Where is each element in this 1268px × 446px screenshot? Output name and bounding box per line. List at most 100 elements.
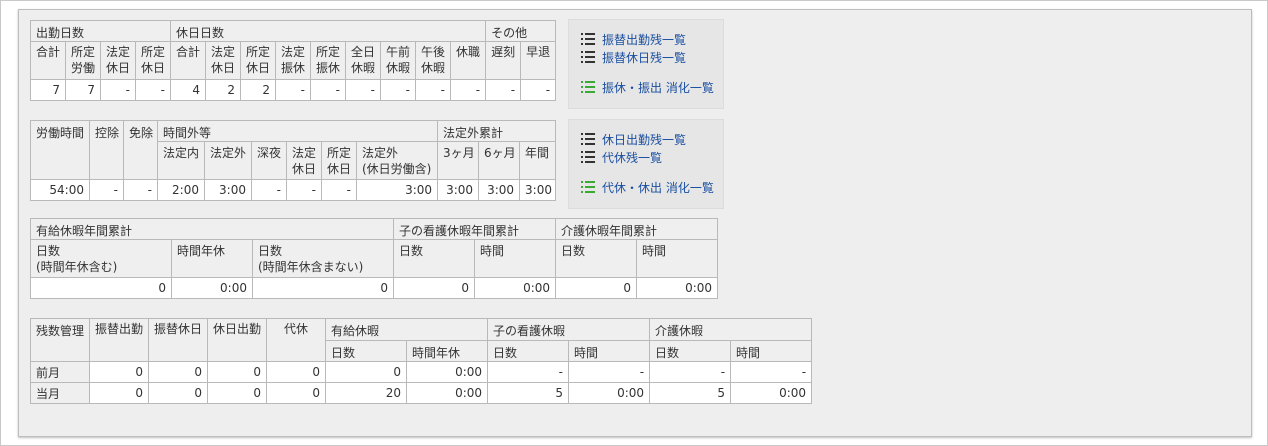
col-header: 合計 — [30, 41, 66, 80]
value-cell: 0 — [89, 382, 149, 404]
col-header-exemption: 免除 — [123, 120, 158, 180]
value-cell: - — [487, 361, 570, 383]
value-cell: 3:00 — [437, 179, 480, 201]
value-cell: - — [89, 179, 124, 201]
col-header-deduction: 控除 — [89, 120, 124, 180]
col-header: 3ヶ月 — [437, 141, 480, 180]
link-compensatory-balance[interactable]: 代休残一覧 — [581, 149, 662, 165]
col-header: 午後 休暇 — [415, 41, 452, 80]
value-cell: 0 — [266, 382, 326, 404]
value-cell: 0 — [393, 277, 475, 299]
col-header: 全日 休暇 — [345, 41, 382, 80]
value-cell: - — [286, 179, 322, 201]
col-header-balance: 残数管理 — [30, 318, 90, 362]
value-cell: 7 — [30, 79, 66, 101]
value-cell: - — [134, 79, 172, 101]
col-header: 時間年休 — [171, 239, 253, 278]
link-transfer-digest[interactable]: 振休・振出 消化一覧 — [581, 79, 714, 95]
group-header-other: その他 — [485, 20, 557, 42]
value-cell: 0 — [89, 361, 149, 383]
value-cell: 3:00 — [355, 179, 439, 201]
row-label-prev-month: 前月 — [30, 361, 90, 383]
col-header: 法定外 (休日労働含) — [355, 141, 439, 180]
value-cell: 2:00 — [157, 179, 205, 201]
list-icon — [581, 151, 595, 163]
col-header: 所定 振休 — [310, 41, 347, 80]
value-cell: - — [380, 79, 417, 101]
col-header: 時間 — [473, 239, 557, 278]
value-cell: 0:00 — [473, 277, 557, 299]
col-header-transfer-holiday: 振替休日 — [148, 318, 208, 362]
value-cell: 0 — [30, 277, 172, 299]
value-cell: 0 — [148, 361, 208, 383]
compensatory-links-box: 休日出勤残一覧 代休残一覧 代休・休出 消化一覧 — [568, 119, 724, 209]
col-header: 所定 労働 — [65, 41, 101, 80]
summary-panel: 出勤日数 休日日数 その他 合計 所定 労働 法定 休日 所定 休日 合計 法定… — [18, 9, 1252, 437]
value-cell: 3:00 — [204, 179, 252, 201]
value-cell: - — [520, 79, 557, 101]
value-cell: - — [310, 79, 347, 101]
value-cell: - — [100, 79, 136, 101]
link-label: 代休残一覧 — [602, 150, 663, 165]
list-icon — [581, 33, 595, 45]
value-cell: 0:00 — [730, 382, 813, 404]
link-transfer-work-balance[interactable]: 振替出勤残一覧 — [581, 31, 686, 47]
value-cell: 7 — [65, 79, 101, 101]
col-header: 時間 — [636, 239, 719, 278]
col-header-labor-time: 労働時間 — [30, 120, 90, 180]
col-header-transfer-work: 振替出勤 — [89, 318, 149, 362]
value-cell: 5 — [649, 382, 732, 404]
link-transfer-holiday-balance[interactable]: 振替休日残一覧 — [581, 49, 686, 65]
value-cell: 54:00 — [30, 179, 90, 201]
col-header: 所定 休日 — [321, 141, 357, 180]
col-header: 時間 — [730, 339, 813, 362]
col-header-holiday-work: 休日出勤 — [207, 318, 267, 362]
value-cell: 0 — [207, 361, 267, 383]
group-header-work-days: 出勤日数 — [29, 20, 172, 42]
value-cell: 0 — [555, 277, 638, 299]
col-header: 法定 休日 — [100, 41, 136, 80]
col-header: 遅刻 — [485, 41, 522, 80]
list-check-icon — [581, 81, 595, 93]
table-row: 前月 0 0 0 0 0 0:00 - - - - — [30, 361, 813, 383]
group-header-paid-leave: 有給休暇年間累計 — [30, 218, 394, 240]
col-header: 法定 休日 — [286, 141, 322, 180]
value-cell: 0:00 — [405, 382, 489, 404]
value-cell: - — [251, 179, 287, 201]
col-header: 時間 — [568, 339, 651, 362]
link-holiday-work-balance[interactable]: 休日出勤残一覧 — [581, 131, 686, 147]
annual-leave-table: 有給休暇年間累計 子の看護休暇年間累計 介護休暇年間累計 日数 (時間年休含む)… — [30, 218, 719, 299]
value-cell: - — [345, 79, 382, 101]
link-label: 代休・休出 消化一覧 — [602, 180, 714, 195]
col-header: 法定 休日 — [205, 41, 242, 80]
col-header: 休職 — [450, 41, 487, 80]
value-cell: 2 — [240, 79, 277, 101]
group-header-child-care: 子の看護休暇年間累計 — [392, 218, 557, 240]
value-cell: 0 — [207, 382, 267, 404]
link-label: 振替出勤残一覧 — [602, 32, 687, 47]
col-header: 早退 — [520, 41, 557, 80]
list-icon — [581, 51, 595, 63]
col-header: 午前 休暇 — [380, 41, 417, 80]
value-cell: 2 — [205, 79, 242, 101]
value-cell: - — [415, 79, 452, 101]
col-header: 法定外 — [204, 141, 252, 180]
group-header-child-care: 子の看護休暇 — [487, 318, 651, 341]
col-header: 時間年休 — [405, 339, 489, 362]
col-header: 6ヶ月 — [478, 141, 521, 180]
value-cell: 0 — [325, 361, 407, 383]
col-header: 深夜 — [251, 141, 287, 180]
col-header: 合計 — [170, 41, 207, 80]
value-cell: - — [568, 361, 651, 383]
balance-table: 残数管理 振替出勤 振替休日 休日出勤 代休 有給休暇 子の看護休暇 介護休暇 … — [30, 318, 813, 404]
link-compensatory-digest[interactable]: 代休・休出 消化一覧 — [581, 179, 714, 195]
col-header: 年間 — [519, 141, 557, 180]
value-cell: 20 — [325, 382, 407, 404]
group-header-nursing-care: 介護休暇年間累計 — [555, 218, 719, 240]
working-hours-table: 労働時間 控除 免除 時間外等 法定外累計 法定内 法定外 深夜 法定 休日 所… — [30, 120, 557, 201]
group-header-paid-leave: 有給休暇 — [324, 318, 489, 341]
group-header-holiday-days: 休日日数 — [170, 20, 487, 42]
col-header: 日数 (時間年休含まない) — [252, 239, 394, 278]
value-cell: 0 — [148, 382, 208, 404]
transfer-links-box: 振替出勤残一覧 振替休日残一覧 振休・振出 消化一覧 — [568, 19, 724, 109]
